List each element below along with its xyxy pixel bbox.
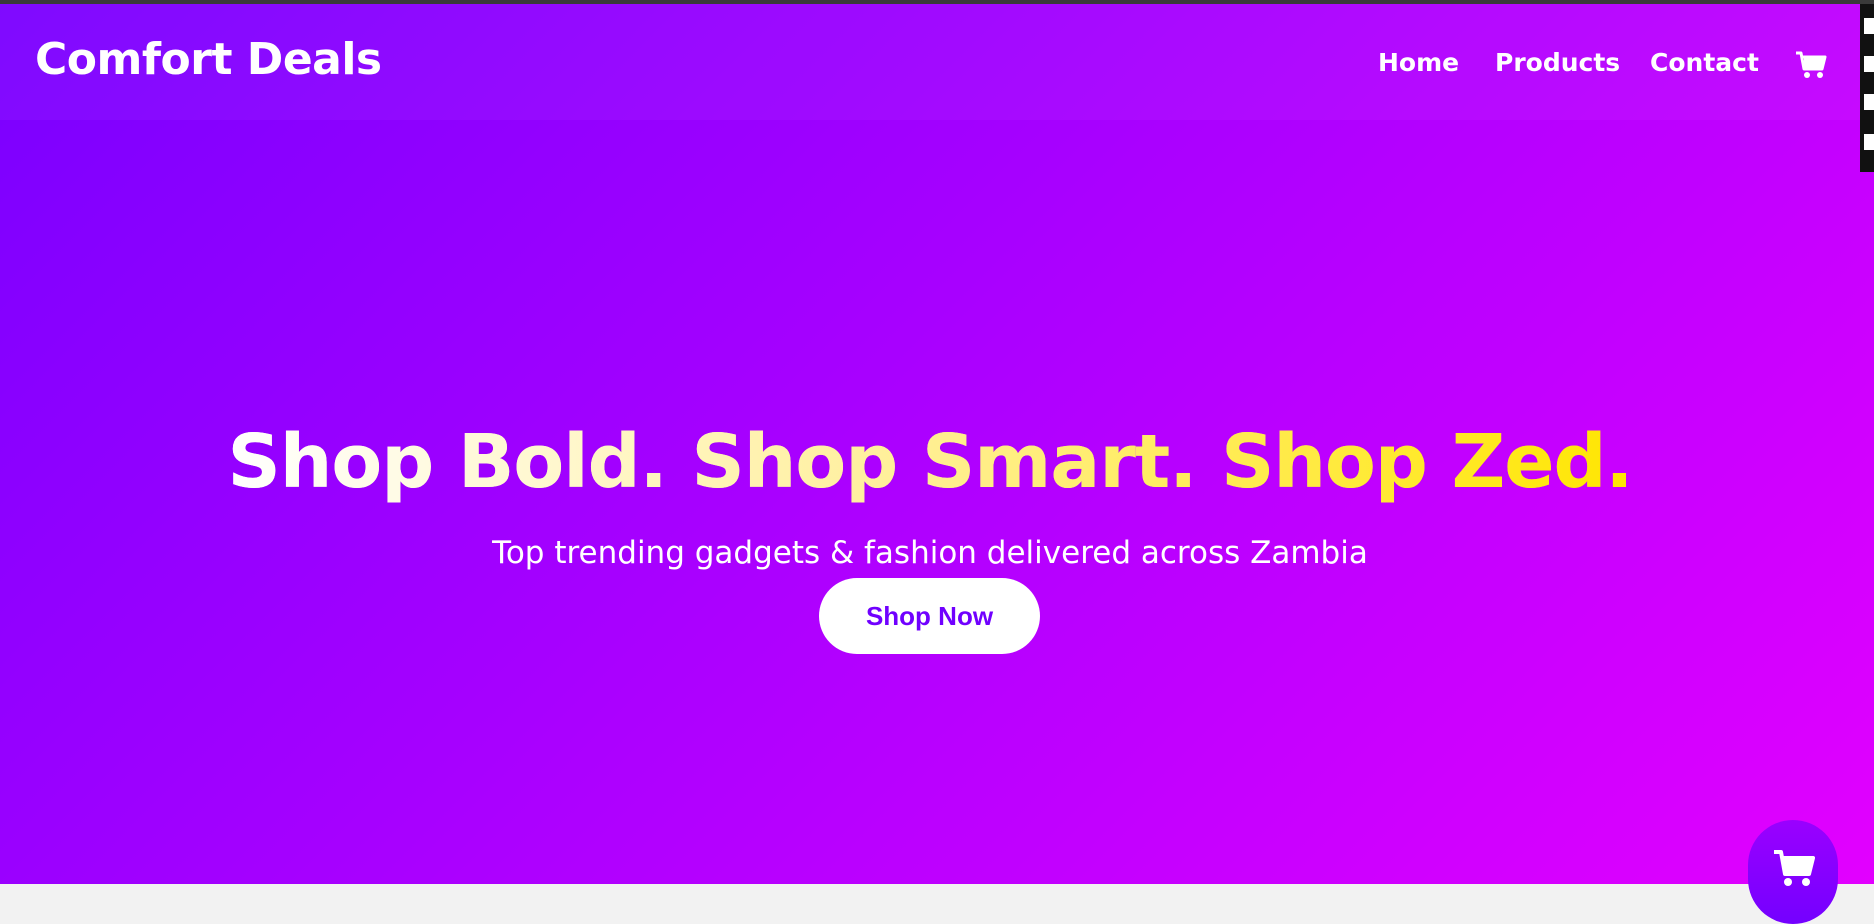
- toolbar-copy-icon[interactable]: [1864, 94, 1874, 110]
- side-toolbar: [1860, 4, 1874, 172]
- nav-link-products[interactable]: Products: [1495, 48, 1620, 77]
- top-navbar: Comfort Deals Home Products Contact: [0, 4, 1874, 120]
- content-area-start: [0, 884, 1874, 924]
- toolbar-square-icon[interactable]: [1864, 18, 1874, 34]
- shop-now-button[interactable]: Shop Now: [819, 578, 1040, 654]
- nav-link-home[interactable]: Home: [1378, 48, 1459, 77]
- toolbar-settings-icon[interactable]: [1864, 134, 1874, 150]
- cart-icon[interactable]: [1795, 50, 1827, 80]
- cart-icon-graphic: [1796, 51, 1827, 78]
- nav-link-contact[interactable]: Contact: [1650, 48, 1759, 77]
- toolbar-box-icon[interactable]: [1864, 56, 1874, 72]
- hero-section: Comfort Deals Home Products Contact Shop…: [0, 4, 1874, 884]
- cart-icon: [1774, 850, 1815, 886]
- hero-headline: Shop Bold. Shop Smart. Shop Zed.: [0, 412, 1860, 512]
- floating-cart-button[interactable]: [1748, 820, 1838, 924]
- hero-headline-text: Shop Bold. Shop Smart. Shop Zed.: [227, 412, 1633, 512]
- hero-subtitle: Top trending gadgets & fashion delivered…: [492, 535, 1368, 571]
- brand-logo[interactable]: Comfort Deals: [35, 34, 382, 85]
